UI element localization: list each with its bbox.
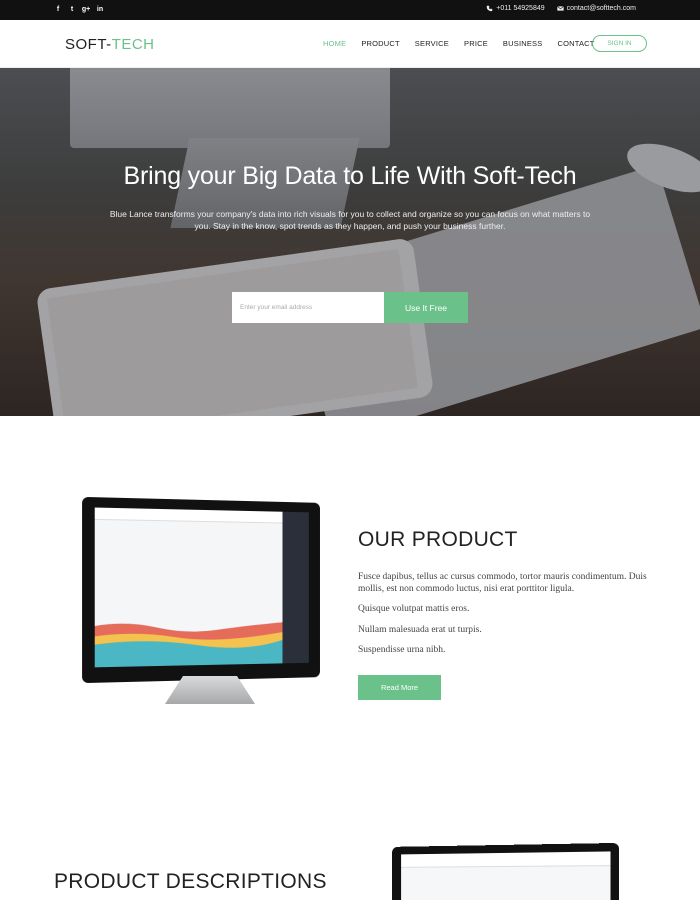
nav-menu: HOME PRODUCT SERVICE PRICE BUSINESS CONT…: [323, 39, 595, 48]
product-paragraph: Suspendisse urna nibh.: [358, 645, 648, 657]
logo-main: SOFT-: [65, 36, 112, 53]
main-navbar: SOFT-TECH HOME PRODUCT SERVICE PRICE BUS…: [0, 20, 700, 68]
social-links: f t g+ in: [54, 5, 104, 14]
nav-item-contact[interactable]: CONTACT: [557, 39, 594, 48]
contact-info: +011 54925849 contact@softtech.com: [486, 5, 636, 12]
logo-accent: TECH: [112, 36, 155, 53]
hero-overlay: [0, 68, 700, 416]
dashboard-header: [95, 508, 283, 524]
dashboard-chart: [95, 614, 283, 667]
dashboard-sidebar: [282, 512, 308, 664]
hero-section: Bring your Big Data to Life With Soft-Te…: [0, 68, 700, 416]
read-more-button[interactable]: Read More: [358, 675, 441, 700]
facebook-icon[interactable]: f: [54, 5, 62, 14]
phone-info: +011 54925849: [486, 5, 544, 12]
nav-item-home[interactable]: HOME: [323, 39, 346, 48]
google-plus-icon[interactable]: g+: [82, 5, 90, 14]
laptop-screen: [401, 851, 610, 900]
product-paragraph: Fusce dapibus, tellus ac cursus commodo,…: [358, 572, 648, 595]
imac-frame: [82, 497, 320, 683]
email-input[interactable]: [232, 292, 384, 323]
logo[interactable]: SOFT-TECH: [65, 36, 155, 53]
phone-icon: [486, 5, 493, 12]
email-address[interactable]: contact@softtech.com: [567, 5, 636, 12]
our-product-title: OUR PRODUCT: [358, 528, 518, 552]
laptop-frame: [392, 843, 619, 900]
signup-form: Use It Free: [232, 292, 468, 323]
sign-in-button[interactable]: SIGN IN: [592, 35, 647, 52]
product-descriptions-title: PRODUCT DESCRIPTIONS: [54, 870, 327, 894]
hero-subtitle: Blue Lance transforms your company's dat…: [105, 208, 595, 232]
product-paragraph: Quisque volutpat mattis eros.: [358, 604, 648, 616]
nav-item-product[interactable]: PRODUCT: [361, 39, 399, 48]
linkedin-icon[interactable]: in: [96, 5, 104, 14]
nav-item-price[interactable]: PRICE: [464, 39, 488, 48]
product-description: Fusce dapibus, tellus ac cursus commodo,…: [358, 572, 648, 666]
envelope-icon: [557, 5, 564, 12]
imac-screen: [95, 508, 309, 668]
hero-title: Bring your Big Data to Life With Soft-Te…: [0, 162, 700, 191]
twitter-icon[interactable]: t: [68, 5, 76, 14]
use-it-free-button[interactable]: Use It Free: [384, 292, 468, 323]
product-paragraph: Nullam malesuada erat ut turpis.: [358, 625, 648, 637]
nav-item-business[interactable]: BUSINESS: [503, 39, 543, 48]
product-laptop-image: [385, 845, 615, 900]
phone-number[interactable]: +011 54925849: [496, 5, 544, 12]
laptop-dashboard-header: [401, 851, 610, 867]
top-bar: f t g+ in +011 54925849 contact@softtech…: [0, 0, 700, 20]
product-imac-image: [85, 500, 325, 710]
nav-item-service[interactable]: SERVICE: [415, 39, 449, 48]
email-info: contact@softtech.com: [557, 5, 636, 12]
